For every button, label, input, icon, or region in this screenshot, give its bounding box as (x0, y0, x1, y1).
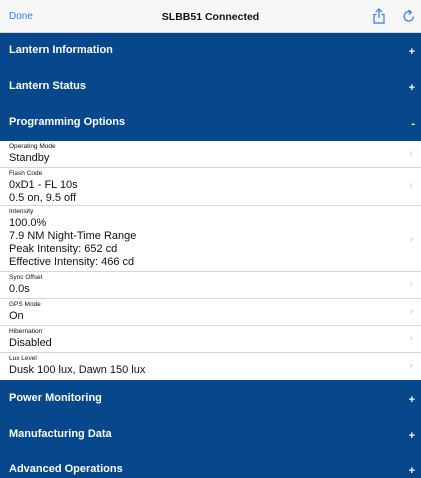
option-value-peak: Peak Intensity: 652 cd (9, 243, 118, 255)
option-hibernation[interactable]: Hibernation Disabled › (0, 326, 421, 353)
option-operating-mode[interactable]: Operating Mode Standby › (0, 141, 421, 168)
expand-icon: + (408, 82, 415, 94)
section-lantern-status[interactable]: Lantern Status + (0, 68, 421, 105)
chevron-right-icon: › (409, 333, 413, 344)
option-sync-offset[interactable]: Sync Offset 0.0s › (0, 272, 421, 299)
page-title: SLBB51 Connected (161, 11, 260, 23)
expand-icon: + (408, 430, 415, 442)
section-programming-options[interactable]: Programming Options - (0, 105, 421, 141)
option-label: Sync Offset (9, 274, 43, 281)
chevron-right-icon: › (409, 234, 413, 245)
expand-icon: + (408, 394, 415, 406)
chevron-right-icon: › (409, 180, 413, 191)
option-value: Dusk 100 lux, Dawn 150 lux (9, 364, 146, 376)
section-label: Advanced Operations (9, 463, 123, 475)
collapse-icon: - (411, 118, 415, 130)
option-value: 0.0s (9, 283, 30, 295)
option-label: Flash Code (9, 170, 43, 177)
section-label: Manufacturing Data (9, 428, 112, 440)
option-value: Disabled (9, 337, 52, 349)
navigation-bar: Done SLBB51 Connected (0, 0, 421, 33)
option-flash-code[interactable]: Flash Code 0xD1 - FL 10s 0.5 on, 9.5 off… (0, 168, 421, 206)
option-value-range: 7.9 NM Night-Time Range (9, 230, 137, 242)
section-manufacturing-data[interactable]: Manufacturing Data + (0, 416, 421, 453)
option-value: Standby (9, 152, 50, 164)
option-lux-level[interactable]: Lux Level Dusk 100 lux, Dawn 150 lux › (0, 353, 421, 380)
section-label: Lantern Information (9, 44, 113, 56)
option-label: Lux Level (9, 355, 37, 362)
option-value: 0xD1 - FL 10s (9, 179, 78, 191)
option-gps-mode[interactable]: GPS Mode On › (0, 299, 421, 326)
option-label: Hibernation (9, 328, 43, 335)
chevron-right-icon: › (409, 306, 413, 317)
expand-icon: + (408, 465, 415, 477)
option-value: 100.0% (9, 217, 47, 229)
option-label: GPS Mode (9, 301, 41, 308)
chevron-right-icon: › (409, 148, 413, 159)
option-value-effective: Effective Intensity: 466 cd (9, 256, 135, 268)
section-label: Programming Options (9, 116, 126, 128)
section-label: Lantern Status (9, 80, 87, 92)
option-label: Operating Mode (9, 143, 56, 150)
option-intensity[interactable]: Intensity 100.0% 7.9 NM Night-Time Range… (0, 206, 421, 272)
share-icon[interactable] (372, 8, 386, 24)
chevron-right-icon: › (409, 279, 413, 290)
chevron-right-icon: › (409, 360, 413, 371)
option-value-secondary: 0.5 on, 9.5 off (9, 192, 77, 204)
option-label: Intensity (9, 208, 34, 215)
option-value: On (9, 310, 24, 322)
section-power-monitoring[interactable]: Power Monitoring + (0, 380, 421, 416)
section-lantern-information[interactable]: Lantern Information + (0, 33, 421, 68)
section-advanced-operations[interactable]: Advanced Operations + (0, 453, 421, 478)
expand-icon: + (408, 46, 415, 58)
section-label: Power Monitoring (9, 392, 102, 404)
refresh-icon[interactable] (402, 8, 416, 24)
